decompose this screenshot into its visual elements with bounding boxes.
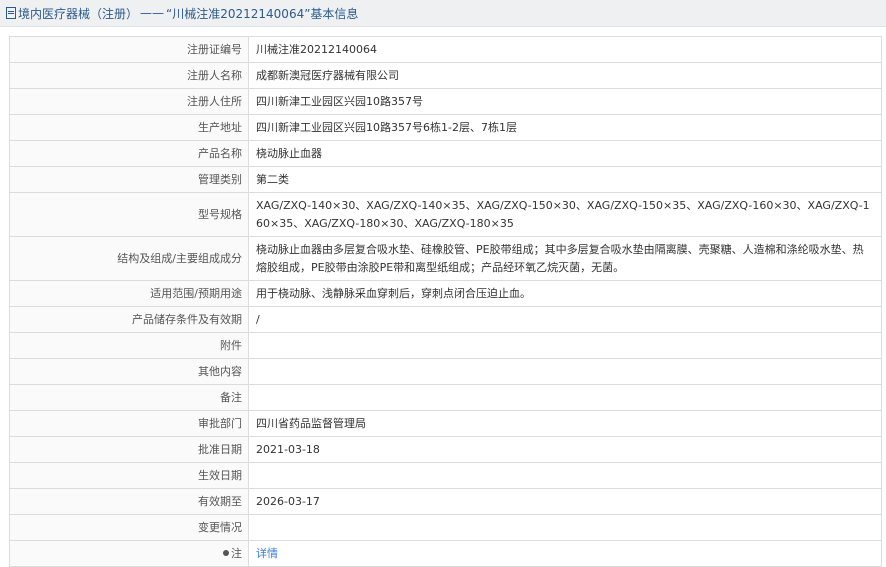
row-label: 有效期至: [9, 488, 249, 515]
row-label: 注: [231, 546, 242, 560]
row-label: 管理类别: [9, 166, 249, 193]
row-label: 生效日期: [9, 462, 249, 489]
row-label: 产品储存条件及有效期: [9, 306, 249, 333]
row-value: 桡动脉止血器: [248, 140, 882, 167]
table-row: 结构及组成/主要组成成分 桡动脉止血器由多层复合吸水垫、硅橡胶管、PE胶带组成；…: [9, 236, 882, 281]
row-label: 注册人名称: [9, 62, 249, 89]
header-separator: ——: [140, 6, 165, 20]
table-row: 适用范围/预期用途 用于桡动脉、浅静脉采血穿刺后，穿刺点闭合压迫止血。: [9, 280, 882, 307]
row-value: 四川省药品监督管理局: [248, 410, 882, 437]
row-value: 桡动脉止血器由多层复合吸水垫、硅橡胶管、PE胶带组成；其中多层复合吸水垫由隔离膜…: [248, 236, 882, 281]
row-value: 用于桡动脉、浅静脉采血穿刺后，穿刺点闭合压迫止血。: [248, 280, 882, 307]
table-row: 有效期至 2026-03-17: [9, 488, 882, 515]
table-row: 审批部门 四川省药品监督管理局: [9, 410, 882, 437]
row-label: 备注: [9, 384, 249, 411]
row-value: 第二类: [248, 166, 882, 193]
row-value: [248, 384, 882, 411]
note-icon: [223, 549, 229, 556]
row-value: [248, 462, 882, 489]
row-value: [248, 358, 882, 385]
row-value: /: [248, 306, 882, 333]
table-row: 变更情况: [9, 514, 882, 541]
row-value: [248, 514, 882, 541]
row-label: 适用范围/预期用途: [9, 280, 249, 307]
row-label: 型号规格: [9, 192, 249, 237]
table-row: 注册证编号 川械注准20212140064: [9, 36, 882, 63]
row-value: 成都新澳冠医疗器械有限公司: [248, 62, 882, 89]
row-value: 2021-03-18: [248, 436, 882, 463]
row-label: 生产地址: [9, 114, 249, 141]
table-row: 附件: [9, 332, 882, 359]
row-value: 川械注准20212140064: [248, 36, 882, 63]
row-value: 2026-03-17: [248, 488, 882, 515]
row-label: 结构及组成/主要组成成分: [9, 236, 249, 281]
row-label: 变更情况: [9, 514, 249, 541]
row-value: 四川新津工业园区兴园10路357号6栋1-2层、7栋1层: [248, 114, 882, 141]
details-link[interactable]: 详情: [256, 547, 278, 560]
table-row: 产品名称 桡动脉止血器: [9, 140, 882, 167]
row-label: 注册人住所: [9, 88, 249, 115]
row-value: [248, 332, 882, 359]
header-category: 境内医疗器械（注册）: [18, 6, 139, 21]
table-row: 生产地址 四川新津工业园区兴园10路357号6栋1-2层、7栋1层: [9, 114, 882, 141]
row-label: 审批部门: [9, 410, 249, 437]
row-label: 注册证编号: [9, 36, 249, 63]
table-row: 管理类别 第二类: [9, 166, 882, 193]
table-row: 型号规格 XAG/ZXQ-140×30、XAG/ZXQ-140×35、XAG/Z…: [9, 192, 882, 237]
table-row: 批准日期 2021-03-18: [9, 436, 882, 463]
table-row: 注册人名称 成都新澳冠医疗器械有限公司: [9, 62, 882, 89]
info-table: 注册证编号 川械注准20212140064 注册人名称 成都新澳冠医疗器械有限公…: [9, 36, 882, 567]
table-row: 备注: [9, 384, 882, 411]
row-label: 附件: [9, 332, 249, 359]
table-row: 其他内容: [9, 358, 882, 385]
row-value: 四川新津工业园区兴园10路357号: [248, 88, 882, 115]
header-title: “川械注准20212140064”基本信息: [166, 6, 359, 21]
document-icon: [6, 7, 16, 19]
table-row: 生效日期: [9, 462, 882, 489]
table-row: 注册人住所 四川新津工业园区兴园10路357号: [9, 88, 882, 115]
page-header: 境内医疗器械（注册） —— “川械注准20212140064”基本信息: [0, 0, 886, 27]
row-value: XAG/ZXQ-140×30、XAG/ZXQ-140×35、XAG/ZXQ-15…: [248, 192, 882, 237]
table-row: 产品储存条件及有效期 /: [9, 306, 882, 333]
row-label: 其他内容: [9, 358, 249, 385]
row-label: 批准日期: [9, 436, 249, 463]
row-label: 产品名称: [9, 140, 249, 167]
